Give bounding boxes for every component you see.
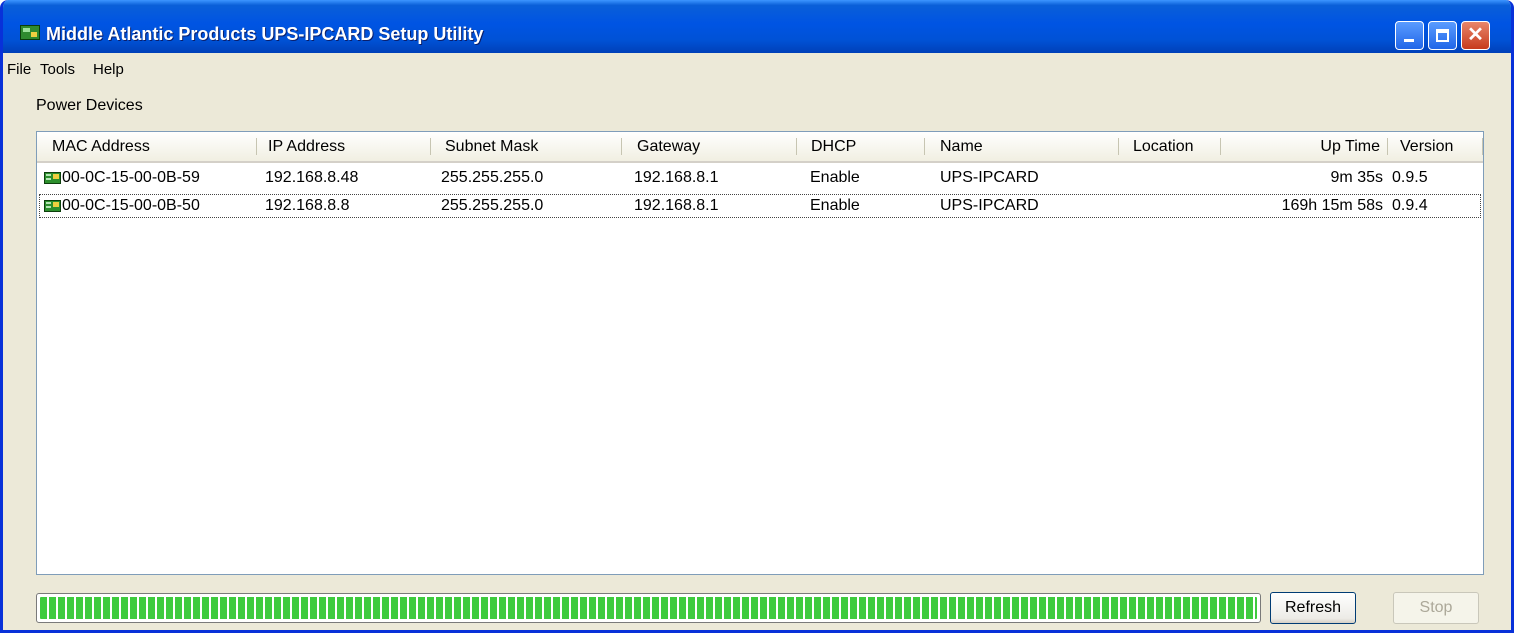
cell-dhcp: Enable bbox=[810, 169, 860, 186]
column-header-uptime[interactable]: Up Time bbox=[1221, 132, 1388, 161]
network-card-icon bbox=[44, 200, 61, 212]
cell-gateway: 192.168.8.1 bbox=[634, 197, 719, 214]
table-row[interactable]: 00-0C-15-00-0B-59 192.168.8.48 255.255.2… bbox=[39, 166, 1481, 190]
progress-fill bbox=[40, 597, 1257, 619]
column-header-gateway[interactable]: Gateway bbox=[622, 132, 797, 161]
minimize-button[interactable] bbox=[1395, 21, 1424, 50]
maximize-icon bbox=[1436, 29, 1449, 42]
refresh-button[interactable]: Refresh bbox=[1270, 592, 1356, 624]
maximize-button[interactable] bbox=[1428, 21, 1457, 50]
column-header-ip[interactable]: IP Address bbox=[257, 132, 431, 161]
stop-button[interactable]: Stop bbox=[1393, 592, 1479, 624]
minimize-icon bbox=[1404, 39, 1414, 42]
app-icon bbox=[20, 25, 40, 40]
column-header-name[interactable]: Name bbox=[925, 132, 1119, 161]
column-header-location[interactable]: Location bbox=[1119, 132, 1221, 161]
cell-name: UPS-IPCARD bbox=[940, 197, 1039, 214]
menu-bar: File Tools Help bbox=[3, 53, 1511, 85]
cell-version: 0.9.5 bbox=[1392, 169, 1428, 186]
cell-ip: 192.168.8.48 bbox=[265, 169, 359, 186]
column-header-mac[interactable]: MAC Address bbox=[37, 132, 257, 161]
column-header-version[interactable]: Version bbox=[1388, 132, 1483, 161]
cell-mac: 00-0C-15-00-0B-50 bbox=[62, 197, 200, 214]
title-bar[interactable]: Middle Atlantic Products UPS-IPCARD Setu… bbox=[3, 0, 1511, 53]
scan-progress-bar bbox=[36, 593, 1261, 623]
cell-subnet: 255.255.255.0 bbox=[441, 197, 544, 214]
cell-mac: 00-0C-15-00-0B-59 bbox=[62, 169, 200, 186]
cell-ip: 192.168.8.8 bbox=[265, 197, 350, 214]
cell-subnet: 255.255.255.0 bbox=[441, 169, 544, 186]
cell-uptime: 9m 35s bbox=[1330, 169, 1383, 186]
column-header-subnet[interactable]: Subnet Mask bbox=[431, 132, 622, 161]
cell-uptime: 169h 15m 58s bbox=[1281, 197, 1383, 214]
app-window: Middle Atlantic Products UPS-IPCARD Setu… bbox=[0, 0, 1514, 633]
cell-version: 0.9.4 bbox=[1392, 197, 1428, 214]
network-card-icon bbox=[44, 172, 61, 184]
power-devices-label: Power Devices bbox=[36, 97, 143, 114]
menu-file[interactable]: File bbox=[7, 61, 31, 78]
close-icon: ✕ bbox=[1467, 24, 1484, 46]
window-title: Middle Atlantic Products UPS-IPCARD Setu… bbox=[46, 24, 484, 44]
device-list[interactable]: MAC Address IP Address Subnet Mask Gatew… bbox=[36, 131, 1484, 575]
menu-tools[interactable]: Tools bbox=[40, 61, 75, 78]
list-header: MAC Address IP Address Subnet Mask Gatew… bbox=[37, 132, 1483, 163]
table-row[interactable]: 00-0C-15-00-0B-50 192.168.8.8 255.255.25… bbox=[39, 194, 1481, 218]
cell-dhcp: Enable bbox=[810, 197, 860, 214]
close-button[interactable]: ✕ bbox=[1461, 21, 1490, 50]
cell-gateway: 192.168.8.1 bbox=[634, 169, 719, 186]
menu-help[interactable]: Help bbox=[93, 61, 124, 78]
column-header-dhcp[interactable]: DHCP bbox=[797, 132, 925, 161]
cell-name: UPS-IPCARD bbox=[940, 169, 1039, 186]
